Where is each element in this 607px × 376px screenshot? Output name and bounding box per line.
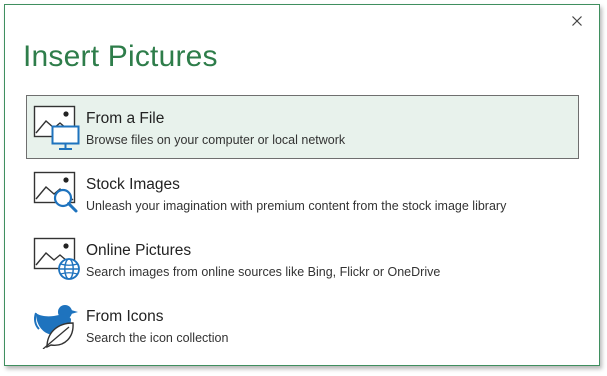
option-description: Browse files on your computer or local n… (86, 133, 346, 147)
option-description: Search images from online sources like B… (86, 265, 441, 279)
option-label: From Icons (86, 308, 164, 325)
option-description: Search the icon collection (86, 331, 229, 345)
close-icon (572, 16, 582, 26)
close-button[interactable] (569, 13, 585, 29)
dialog-title: Insert Pictures (23, 40, 218, 73)
insert-pictures-dialog: Insert Pictures From a File Browse files… (4, 4, 600, 366)
picture-search-icon (33, 171, 81, 217)
option-from-a-file[interactable]: From a File Browse files on your compute… (26, 95, 579, 159)
option-from-icons[interactable]: From Icons Search the icon collection (26, 293, 579, 357)
source-options-list: From a File Browse files on your compute… (26, 95, 579, 359)
option-description: Unleash your imagination with premium co… (86, 199, 507, 213)
bird-leaf-icon (33, 303, 81, 350)
option-label: From a File (86, 110, 165, 127)
option-label: Online Pictures (86, 242, 192, 259)
picture-computer-icon (33, 105, 81, 151)
option-online-pictures[interactable]: Online Pictures Search images from onlin… (26, 227, 579, 291)
option-label: Stock Images (86, 176, 180, 193)
option-stock-images[interactable]: Stock Images Unleash your imagination wi… (26, 161, 579, 225)
picture-globe-icon (33, 237, 81, 283)
